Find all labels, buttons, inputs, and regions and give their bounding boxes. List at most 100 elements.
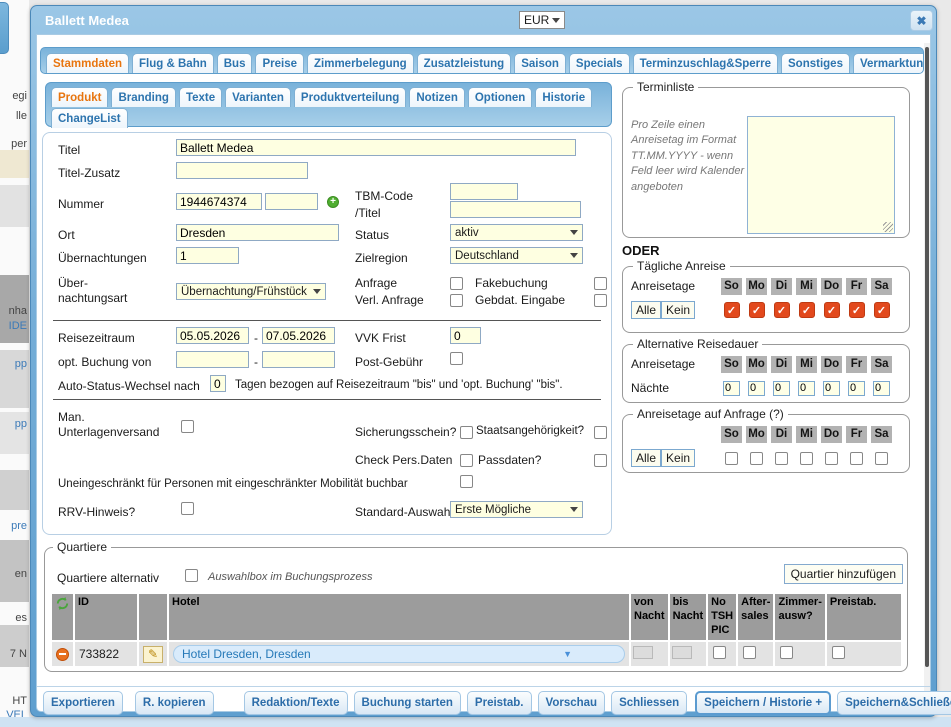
scrollbar-track[interactable] <box>924 43 930 693</box>
preistab-checkbox[interactable] <box>832 646 845 659</box>
sub-tab-historie[interactable]: Historie <box>535 87 592 107</box>
day-checkbox-checked[interactable]: ✓ <box>724 302 740 318</box>
currency-select[interactable]: EUR <box>519 11 565 29</box>
tab-flug-bahn[interactable]: Flug & Bahn <box>132 53 214 73</box>
status-select[interactable]: aktiv <box>450 224 583 241</box>
nights-input[interactable] <box>873 381 890 396</box>
day-checkbox[interactable] <box>875 452 888 465</box>
day-checkbox-checked[interactable]: ✓ <box>749 302 765 318</box>
ort-input[interactable] <box>176 224 339 241</box>
button-redaktion-texte[interactable]: Redaktion/Texte <box>244 691 348 715</box>
opt-to-input[interactable] <box>262 351 335 368</box>
nights-input[interactable] <box>823 381 840 396</box>
sicherungsschein-checkbox[interactable] <box>460 426 473 439</box>
alle-button[interactable]: Alle <box>631 301 661 319</box>
button-buchung-starten[interactable]: Buchung starten <box>354 691 461 715</box>
day-checkbox[interactable] <box>750 452 763 465</box>
tab-zimmerbelegung[interactable]: Zimmerbelegung <box>307 53 414 73</box>
tbm-titel-input[interactable] <box>450 201 581 218</box>
sub-tab-produktverteilung[interactable]: Produktverteilung <box>294 87 406 107</box>
nights-input[interactable] <box>773 381 790 396</box>
button-vorschau[interactable]: Vorschau <box>538 691 606 715</box>
check-pers-checkbox[interactable] <box>460 454 473 467</box>
nights-input[interactable] <box>748 381 765 396</box>
nights-input[interactable] <box>723 381 740 396</box>
verl-anfrage-checkbox[interactable] <box>450 294 463 307</box>
tbm-code-input[interactable] <box>450 183 518 200</box>
opt-from-input[interactable] <box>176 351 249 368</box>
button-speichern-historie[interactable]: Speichern / Historie + <box>695 691 831 715</box>
titel-input[interactable] <box>176 139 576 156</box>
quartier-hinzufuegen-button[interactable]: Quartier hinzufügen <box>784 564 903 584</box>
bis-nacht-input[interactable] <box>672 646 692 659</box>
uebernachtungsart-select[interactable]: Übernachtung/Frühstück <box>176 283 326 300</box>
quartiere-alternativ-checkbox[interactable] <box>185 569 198 582</box>
hotel-select[interactable]: Hotel Dresden, Dresden ▼ <box>173 645 625 663</box>
staatsangehoerigkeit-checkbox[interactable] <box>594 426 607 439</box>
tab-bus[interactable]: Bus <box>217 53 253 73</box>
button-speichern-schlie-en[interactable]: Speichern&Schließen <box>837 691 951 715</box>
auto-status-input[interactable] <box>210 375 226 392</box>
sub-tab-texte[interactable]: Texte <box>179 87 222 107</box>
sub-tab-optionen[interactable]: Optionen <box>468 87 532 107</box>
reise-from-input[interactable] <box>176 327 249 344</box>
von-nacht-input[interactable] <box>633 646 653 659</box>
man-unterlagen-checkbox[interactable] <box>181 420 194 433</box>
add-icon[interactable]: + <box>327 196 339 208</box>
resize-handle-icon[interactable] <box>883 222 893 232</box>
tab-stammdaten[interactable]: Stammdaten <box>46 53 129 73</box>
nummer-input[interactable] <box>176 193 262 210</box>
day-checkbox-checked[interactable]: ✓ <box>849 302 865 318</box>
titel-zusatz-input[interactable] <box>176 162 308 179</box>
sub-tab-branding[interactable]: Branding <box>111 87 175 107</box>
tab-preise[interactable]: Preise <box>255 53 304 73</box>
day-checkbox-checked[interactable]: ✓ <box>799 302 815 318</box>
nummer-input-2[interactable] <box>265 193 318 210</box>
reise-to-input[interactable] <box>262 327 335 344</box>
tab-sonstiges[interactable]: Sonstiges <box>781 53 850 73</box>
button-exportieren[interactable]: Exportieren <box>43 691 123 715</box>
zimmer-ausw-checkbox[interactable] <box>780 646 793 659</box>
zielregion-select[interactable]: Deutschland <box>450 247 583 264</box>
day-checkbox-checked[interactable]: ✓ <box>874 302 890 318</box>
button-schliessen[interactable]: Schliessen <box>611 691 687 715</box>
uebernachtungen-input[interactable] <box>176 247 239 264</box>
button-preistab[interactable]: Preistab. <box>467 691 532 715</box>
tab-zusatzleistung[interactable]: Zusatzleistung <box>417 53 512 73</box>
post-gebuehr-checkbox[interactable] <box>450 352 463 365</box>
refresh-column-header[interactable] <box>52 594 73 640</box>
day-checkbox[interactable] <box>800 452 813 465</box>
day-checkbox-checked[interactable]: ✓ <box>824 302 840 318</box>
fakebuchung-checkbox[interactable] <box>594 277 607 290</box>
tab-vermarktung[interactable]: Vermarktung <box>853 53 924 73</box>
alle-button[interactable]: Alle <box>631 449 661 467</box>
day-checkbox[interactable] <box>775 452 788 465</box>
tab-saison[interactable]: Saison <box>514 53 566 73</box>
gebdat-checkbox[interactable] <box>594 294 607 307</box>
standard-auswahl-select[interactable]: Erste Mögliche <box>450 501 583 518</box>
sub-tab-produkt[interactable]: Produkt <box>51 87 108 107</box>
terminliste-textarea[interactable] <box>747 116 895 234</box>
remove-icon[interactable] <box>56 648 69 661</box>
sub-tab-notizen[interactable]: Notizen <box>409 87 465 107</box>
mobilitaet-checkbox[interactable] <box>460 475 473 488</box>
tab-terminzuschlag-sperre[interactable]: Terminzuschlag&Sperre <box>633 53 778 73</box>
tab-specials[interactable]: Specials <box>569 53 630 73</box>
dialog-titlebar[interactable]: Ballett Medea EUR ✖ <box>31 6 936 34</box>
scrollbar-thumb[interactable] <box>925 47 929 667</box>
sub-tab-varianten[interactable]: Varianten <box>225 87 291 107</box>
kein-button[interactable]: Kein <box>661 449 695 467</box>
no-tsh-pic-checkbox[interactable] <box>713 646 726 659</box>
kein-button[interactable]: Kein <box>661 301 695 319</box>
rrv-hinweis-checkbox[interactable] <box>181 502 194 515</box>
vvk-frist-input[interactable] <box>450 327 481 344</box>
after-sales-checkbox[interactable] <box>743 646 756 659</box>
day-checkbox-checked[interactable]: ✓ <box>774 302 790 318</box>
button-r-kopieren[interactable]: R. kopieren <box>135 691 214 715</box>
anfrage-checkbox[interactable] <box>450 277 463 290</box>
sub-tab-changelist[interactable]: ChangeList <box>51 108 128 128</box>
close-button[interactable]: ✖ <box>910 10 933 31</box>
day-checkbox[interactable] <box>825 452 838 465</box>
edit-button[interactable]: ✎ <box>143 646 163 663</box>
passdaten-checkbox[interactable] <box>594 454 607 467</box>
